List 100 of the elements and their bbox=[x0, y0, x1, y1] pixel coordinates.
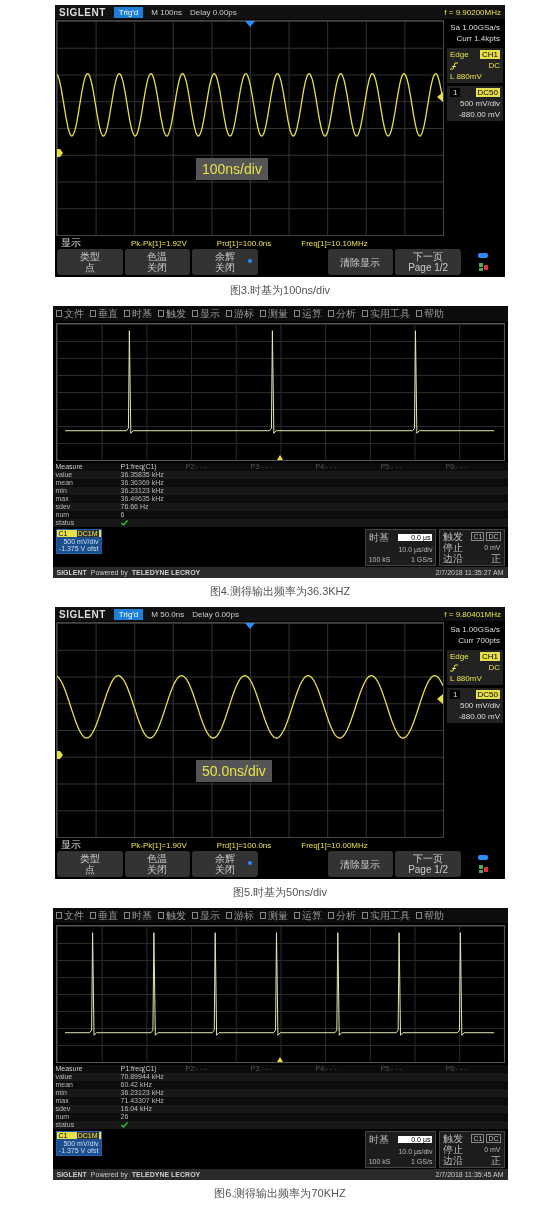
trigger-status: Trig'd bbox=[113, 608, 144, 620]
menu-item[interactable]: 垂直 bbox=[89, 908, 118, 923]
trigger-level: L 880mV bbox=[450, 72, 483, 81]
softkey-button[interactable]: 类型 点 bbox=[57, 249, 123, 275]
menu-item[interactable]: 测量 bbox=[259, 306, 288, 321]
softkey-button[interactable]: 色温 关闭 bbox=[124, 851, 191, 877]
menu-icon bbox=[123, 912, 130, 919]
trigger-source: CH1 bbox=[480, 652, 500, 661]
figure-caption: 图3.时基为100ns/div bbox=[229, 283, 331, 298]
measurement-readout: Prd[1]=100.0ns bbox=[216, 840, 272, 850]
trigger-mode: 停止 bbox=[443, 542, 464, 553]
menu-item[interactable]: 运算 bbox=[293, 306, 322, 321]
menu-icon bbox=[55, 912, 62, 919]
channel-offset: -880.00 mV bbox=[457, 712, 500, 721]
menu-item[interactable]: 时基 bbox=[123, 908, 152, 923]
menu-icon bbox=[123, 310, 130, 317]
measurement-readout: Freq[1]=10.00MHz bbox=[301, 840, 368, 850]
menu-title: 显示 bbox=[61, 236, 82, 250]
rising-edge-icon bbox=[450, 663, 458, 672]
sample-rate: Sa 1.00GSa/s bbox=[450, 625, 500, 634]
trigger-coupling: DC bbox=[488, 61, 500, 70]
menu-icon bbox=[157, 912, 164, 919]
delay-label: Delay 0.00ps bbox=[190, 7, 237, 17]
menu-item[interactable]: 分析 bbox=[327, 306, 356, 321]
timebase-title: 时基 bbox=[368, 532, 390, 544]
menu-item[interactable]: 实用工具 bbox=[361, 908, 410, 923]
memory-depth: Curr 1.4kpts bbox=[456, 34, 500, 43]
softkey-button[interactable]: 下一页 Page 1/2 bbox=[395, 851, 461, 877]
measurement-readout: Prd[1]=100.0ns bbox=[216, 238, 272, 248]
figure-caption: 图4.测得输出频率为36.3KHZ bbox=[209, 584, 351, 599]
menu-item[interactable]: 触发 bbox=[157, 306, 186, 321]
menu-item[interactable]: 文件 bbox=[55, 306, 84, 321]
delay-label: Delay 0.00ps bbox=[192, 609, 239, 619]
menu-icon bbox=[191, 912, 198, 919]
menu-icon bbox=[55, 310, 62, 317]
menu-item[interactable]: 运算 bbox=[293, 908, 322, 923]
menu-icon bbox=[225, 912, 232, 919]
channel-ground-icon bbox=[57, 149, 63, 158]
menu-icon bbox=[327, 912, 334, 919]
menu-icon bbox=[191, 310, 198, 317]
menu-icon bbox=[415, 912, 422, 919]
trigger-slope: 正 bbox=[489, 553, 501, 564]
trigger-status: Trig'd bbox=[113, 6, 144, 18]
trigger-type: 边沿 bbox=[443, 1155, 464, 1166]
memory-depth: Curr 700pts bbox=[458, 636, 500, 645]
channel-coupling: DC50 bbox=[475, 88, 500, 97]
timebase-overlay: 50.0ns/div bbox=[195, 759, 272, 782]
trigger-title: 触发 bbox=[443, 531, 464, 542]
channel-number: 1 bbox=[450, 690, 461, 699]
figure-caption: 图6.测得输出频率为70KHZ bbox=[214, 1186, 346, 1201]
channel-offset: -880.00 mV bbox=[457, 110, 500, 119]
trigger-level-icon bbox=[437, 91, 443, 102]
rising-edge-icon bbox=[450, 61, 458, 70]
trigger-position-icon bbox=[277, 1057, 283, 1062]
menu-item[interactable]: 实用工具 bbox=[361, 306, 410, 321]
menu-item[interactable]: 触发 bbox=[157, 908, 186, 923]
menu-icon bbox=[361, 310, 368, 317]
channel-scale: 500 mV/div bbox=[458, 701, 500, 710]
timebase-label: M 50.0ns bbox=[151, 609, 185, 619]
timebase-title: 时基 bbox=[368, 1134, 390, 1146]
softkey-button[interactable]: 下一页 Page 1/2 bbox=[395, 249, 461, 275]
menu-item[interactable]: 帮助 bbox=[415, 908, 444, 923]
brand-logo: SIGLENT bbox=[59, 608, 106, 620]
menu-item[interactable]: 帮助 bbox=[415, 306, 444, 321]
menu-icon bbox=[293, 912, 300, 919]
connection-icon bbox=[478, 855, 488, 873]
menu-item[interactable]: 游标 bbox=[225, 908, 254, 923]
menu-icon bbox=[259, 912, 266, 919]
trigger-type: 边沿 bbox=[443, 553, 464, 564]
menu-item[interactable]: 垂直 bbox=[89, 306, 118, 321]
connection-icon bbox=[478, 253, 488, 271]
frequency-label: f = 9.80401MHz bbox=[444, 609, 501, 619]
menu-item[interactable]: 显示 bbox=[191, 908, 220, 923]
sample-rate: Sa 1.00GSa/s bbox=[450, 23, 500, 32]
softkey-button[interactable]: 类型 点 bbox=[57, 851, 123, 877]
trigger-level: L 880mV bbox=[450, 674, 483, 683]
softkey-button[interactable]: 色温 关闭 bbox=[124, 249, 191, 275]
measurement-readout: Freq[1]=10.10MHz bbox=[301, 238, 368, 248]
softkey-button[interactable]: 余辉 关闭 bbox=[192, 851, 258, 877]
trigger-position-icon bbox=[245, 21, 255, 27]
menu-item[interactable]: 时基 bbox=[123, 306, 152, 321]
trigger-position-icon bbox=[277, 455, 283, 460]
channel-ground-icon bbox=[57, 751, 63, 760]
menu-icon bbox=[361, 912, 368, 919]
menu-item[interactable]: 游标 bbox=[225, 306, 254, 321]
menu-item[interactable]: 测量 bbox=[259, 908, 288, 923]
softkey-button[interactable]: 清除显示 bbox=[327, 249, 394, 275]
measurement-readout: Pk-Pk[1]=1.90V bbox=[131, 840, 187, 850]
menu-icon bbox=[225, 310, 232, 317]
trigger-mode: 停止 bbox=[443, 1144, 464, 1155]
softkey-button[interactable]: 清除显示 bbox=[327, 851, 394, 877]
menu-item[interactable]: 显示 bbox=[191, 306, 220, 321]
softkey-button[interactable]: 余辉 关闭 bbox=[192, 249, 258, 275]
trigger-level-icon bbox=[437, 693, 443, 704]
channel-number: 1 bbox=[450, 88, 461, 97]
trigger-source: CH1 bbox=[480, 50, 500, 59]
menu-item[interactable]: 分析 bbox=[327, 908, 356, 923]
figure-caption: 图5.时基为50ns/div bbox=[232, 885, 328, 900]
trigger-type: Edge bbox=[450, 652, 469, 661]
menu-item[interactable]: 文件 bbox=[55, 908, 84, 923]
